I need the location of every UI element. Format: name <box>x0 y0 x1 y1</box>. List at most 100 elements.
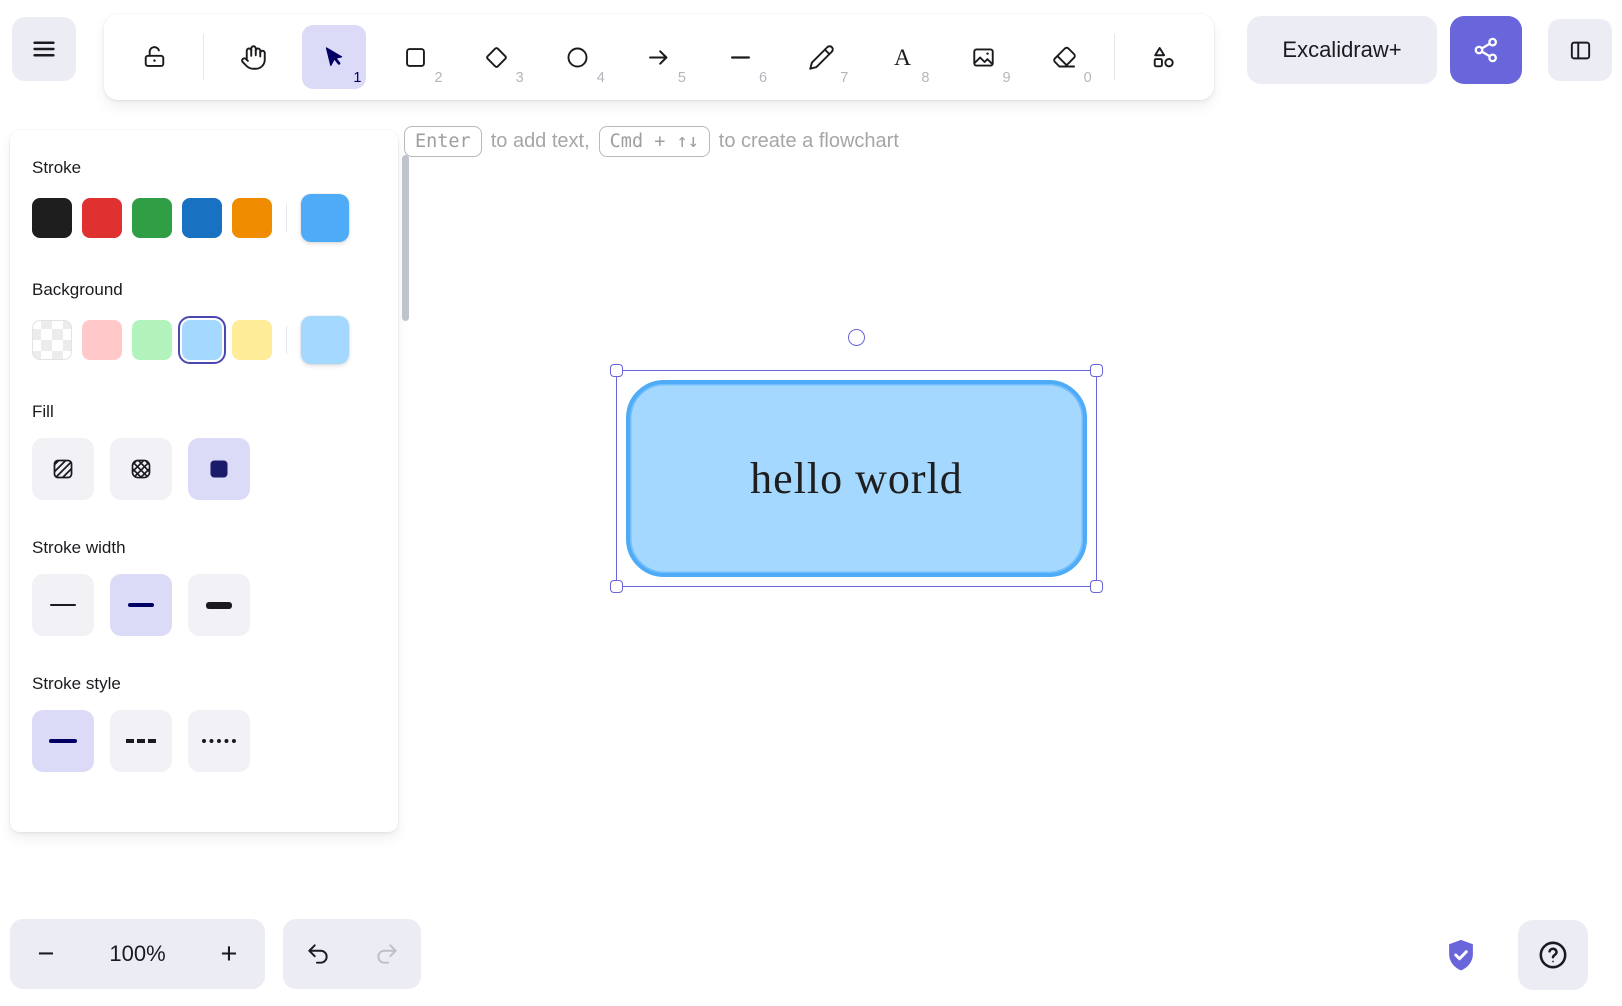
extra-bold-line-icon <box>206 602 232 609</box>
background-color-row <box>32 316 376 364</box>
stroke-width-section-label: Stroke width <box>32 538 376 558</box>
stroke-section-label: Stroke <box>32 158 376 178</box>
dotted-stroke-icon <box>202 739 236 743</box>
panel-scrollbar[interactable] <box>402 155 409 321</box>
tool-image[interactable]: 9 <box>952 25 1016 89</box>
tool-selection[interactable]: 1 <box>302 25 366 89</box>
fill-section-label: Fill <box>32 402 376 422</box>
solid-fill-icon <box>205 455 233 483</box>
swatch-divider <box>286 204 287 232</box>
stroke-swatch-3[interactable] <box>182 198 222 238</box>
stroke-style-dashed-button[interactable] <box>110 710 172 772</box>
tool-rectangle[interactable]: 2 <box>384 25 448 89</box>
stroke-swatch-4[interactable] <box>232 198 272 238</box>
tool-text[interactable]: A 8 <box>870 25 934 89</box>
zoom-out-button[interactable]: − <box>20 924 72 984</box>
resize-handle-top-left[interactable] <box>610 364 623 377</box>
stroke-width-bold-button[interactable] <box>110 574 172 636</box>
diamond-icon <box>483 44 510 71</box>
tool-diamond[interactable]: 3 <box>465 25 529 89</box>
resize-handle-bottom-left[interactable] <box>610 580 623 593</box>
shapes-icon <box>1150 44 1177 71</box>
fill-crosshatch-button[interactable] <box>110 438 172 500</box>
stroke-swatch-1[interactable] <box>82 198 122 238</box>
tool-line[interactable]: 6 <box>708 25 772 89</box>
tool-arrow[interactable]: 5 <box>627 25 691 89</box>
stroke-style-solid-button[interactable] <box>32 710 94 772</box>
fill-solid-button[interactable] <box>188 438 250 500</box>
stroke-style-options <box>32 710 376 772</box>
line-icon <box>727 44 754 71</box>
dashed-stroke-icon <box>126 739 156 743</box>
eraser-icon <box>1051 44 1078 71</box>
undo-button[interactable] <box>289 924 347 984</box>
pencil-icon <box>808 44 835 71</box>
shield-check-icon <box>1446 938 1476 973</box>
resize-handle-top-right[interactable] <box>1090 364 1103 377</box>
hint-bar: Enter to add text, Cmd + ↑↓ to create a … <box>404 124 899 158</box>
background-swatch-4[interactable] <box>232 320 272 360</box>
bold-line-icon <box>128 603 154 608</box>
stroke-color-row <box>32 194 376 242</box>
undo-icon <box>305 941 331 967</box>
fill-hachure-button[interactable] <box>32 438 94 500</box>
stroke-swatch-0[interactable] <box>32 198 72 238</box>
enter-key-hint: Enter <box>404 126 482 157</box>
fill-options <box>32 438 376 500</box>
background-color-swatches <box>32 320 272 360</box>
zoom-control: − 100% + <box>10 919 265 989</box>
svg-text:A: A <box>894 44 911 70</box>
encryption-shield-badge[interactable] <box>1446 938 1476 973</box>
tool-hand[interactable] <box>221 25 285 89</box>
ellipse-icon <box>564 44 591 71</box>
text-icon: A <box>889 44 916 71</box>
hand-icon <box>240 44 267 71</box>
toolbar: 1 2 3 4 5 6 7 A 8 <box>104 14 1214 100</box>
hamburger-icon <box>29 34 59 64</box>
stroke-width-thin-button[interactable] <box>32 574 94 636</box>
tool-draw[interactable]: 7 <box>789 25 853 89</box>
crosshatch-icon <box>127 455 155 483</box>
tool-more-shapes[interactable] <box>1132 25 1196 89</box>
lock-open-icon <box>141 44 168 71</box>
solid-stroke-icon <box>49 739 77 743</box>
help-button[interactable] <box>1518 920 1588 990</box>
stroke-width-options <box>32 574 376 636</box>
toolbar-divider <box>203 34 204 80</box>
hint-text: to add text, <box>491 130 590 153</box>
stroke-swatch-2[interactable] <box>132 198 172 238</box>
redo-button[interactable] <box>358 924 416 984</box>
main-menu-button[interactable] <box>12 17 76 81</box>
selection-box <box>616 370 1097 587</box>
thin-line-icon <box>50 604 76 606</box>
rotation-handle[interactable] <box>848 329 865 346</box>
library-icon <box>1567 37 1594 64</box>
background-current-color[interactable] <box>301 316 349 364</box>
stroke-style-dotted-button[interactable] <box>188 710 250 772</box>
image-icon <box>970 44 997 71</box>
toolbar-divider <box>1114 34 1115 80</box>
share-button[interactable] <box>1450 16 1522 84</box>
background-swatch-3[interactable] <box>182 320 222 360</box>
tool-lock[interactable] <box>122 25 186 89</box>
excalidraw-plus-button[interactable]: Excalidraw+ <box>1247 16 1437 84</box>
background-swatch-0[interactable] <box>32 320 72 360</box>
stroke-current-color[interactable] <box>301 194 349 242</box>
zoom-in-button[interactable]: + <box>203 924 255 984</box>
stroke-width-extrabold-button[interactable] <box>188 574 250 636</box>
arrow-icon <box>645 44 672 71</box>
hint-text: to create a flowchart <box>719 130 899 153</box>
zoom-level[interactable]: 100% <box>109 941 165 967</box>
swatch-divider <box>286 326 287 354</box>
tool-eraser[interactable]: 0 <box>1033 25 1097 89</box>
cmd-arrows-key-hint: Cmd + ↑↓ <box>599 126 710 157</box>
tool-ellipse[interactable]: 4 <box>546 25 610 89</box>
rectangle-icon <box>402 44 429 71</box>
background-section-label: Background <box>32 280 376 300</box>
resize-handle-bottom-right[interactable] <box>1090 580 1103 593</box>
background-swatch-1[interactable] <box>82 320 122 360</box>
library-button[interactable] <box>1548 19 1612 81</box>
background-swatch-2[interactable] <box>132 320 172 360</box>
share-icon <box>1471 35 1501 65</box>
excalidraw-app: 1 2 3 4 5 6 7 A 8 <box>0 0 1622 1006</box>
